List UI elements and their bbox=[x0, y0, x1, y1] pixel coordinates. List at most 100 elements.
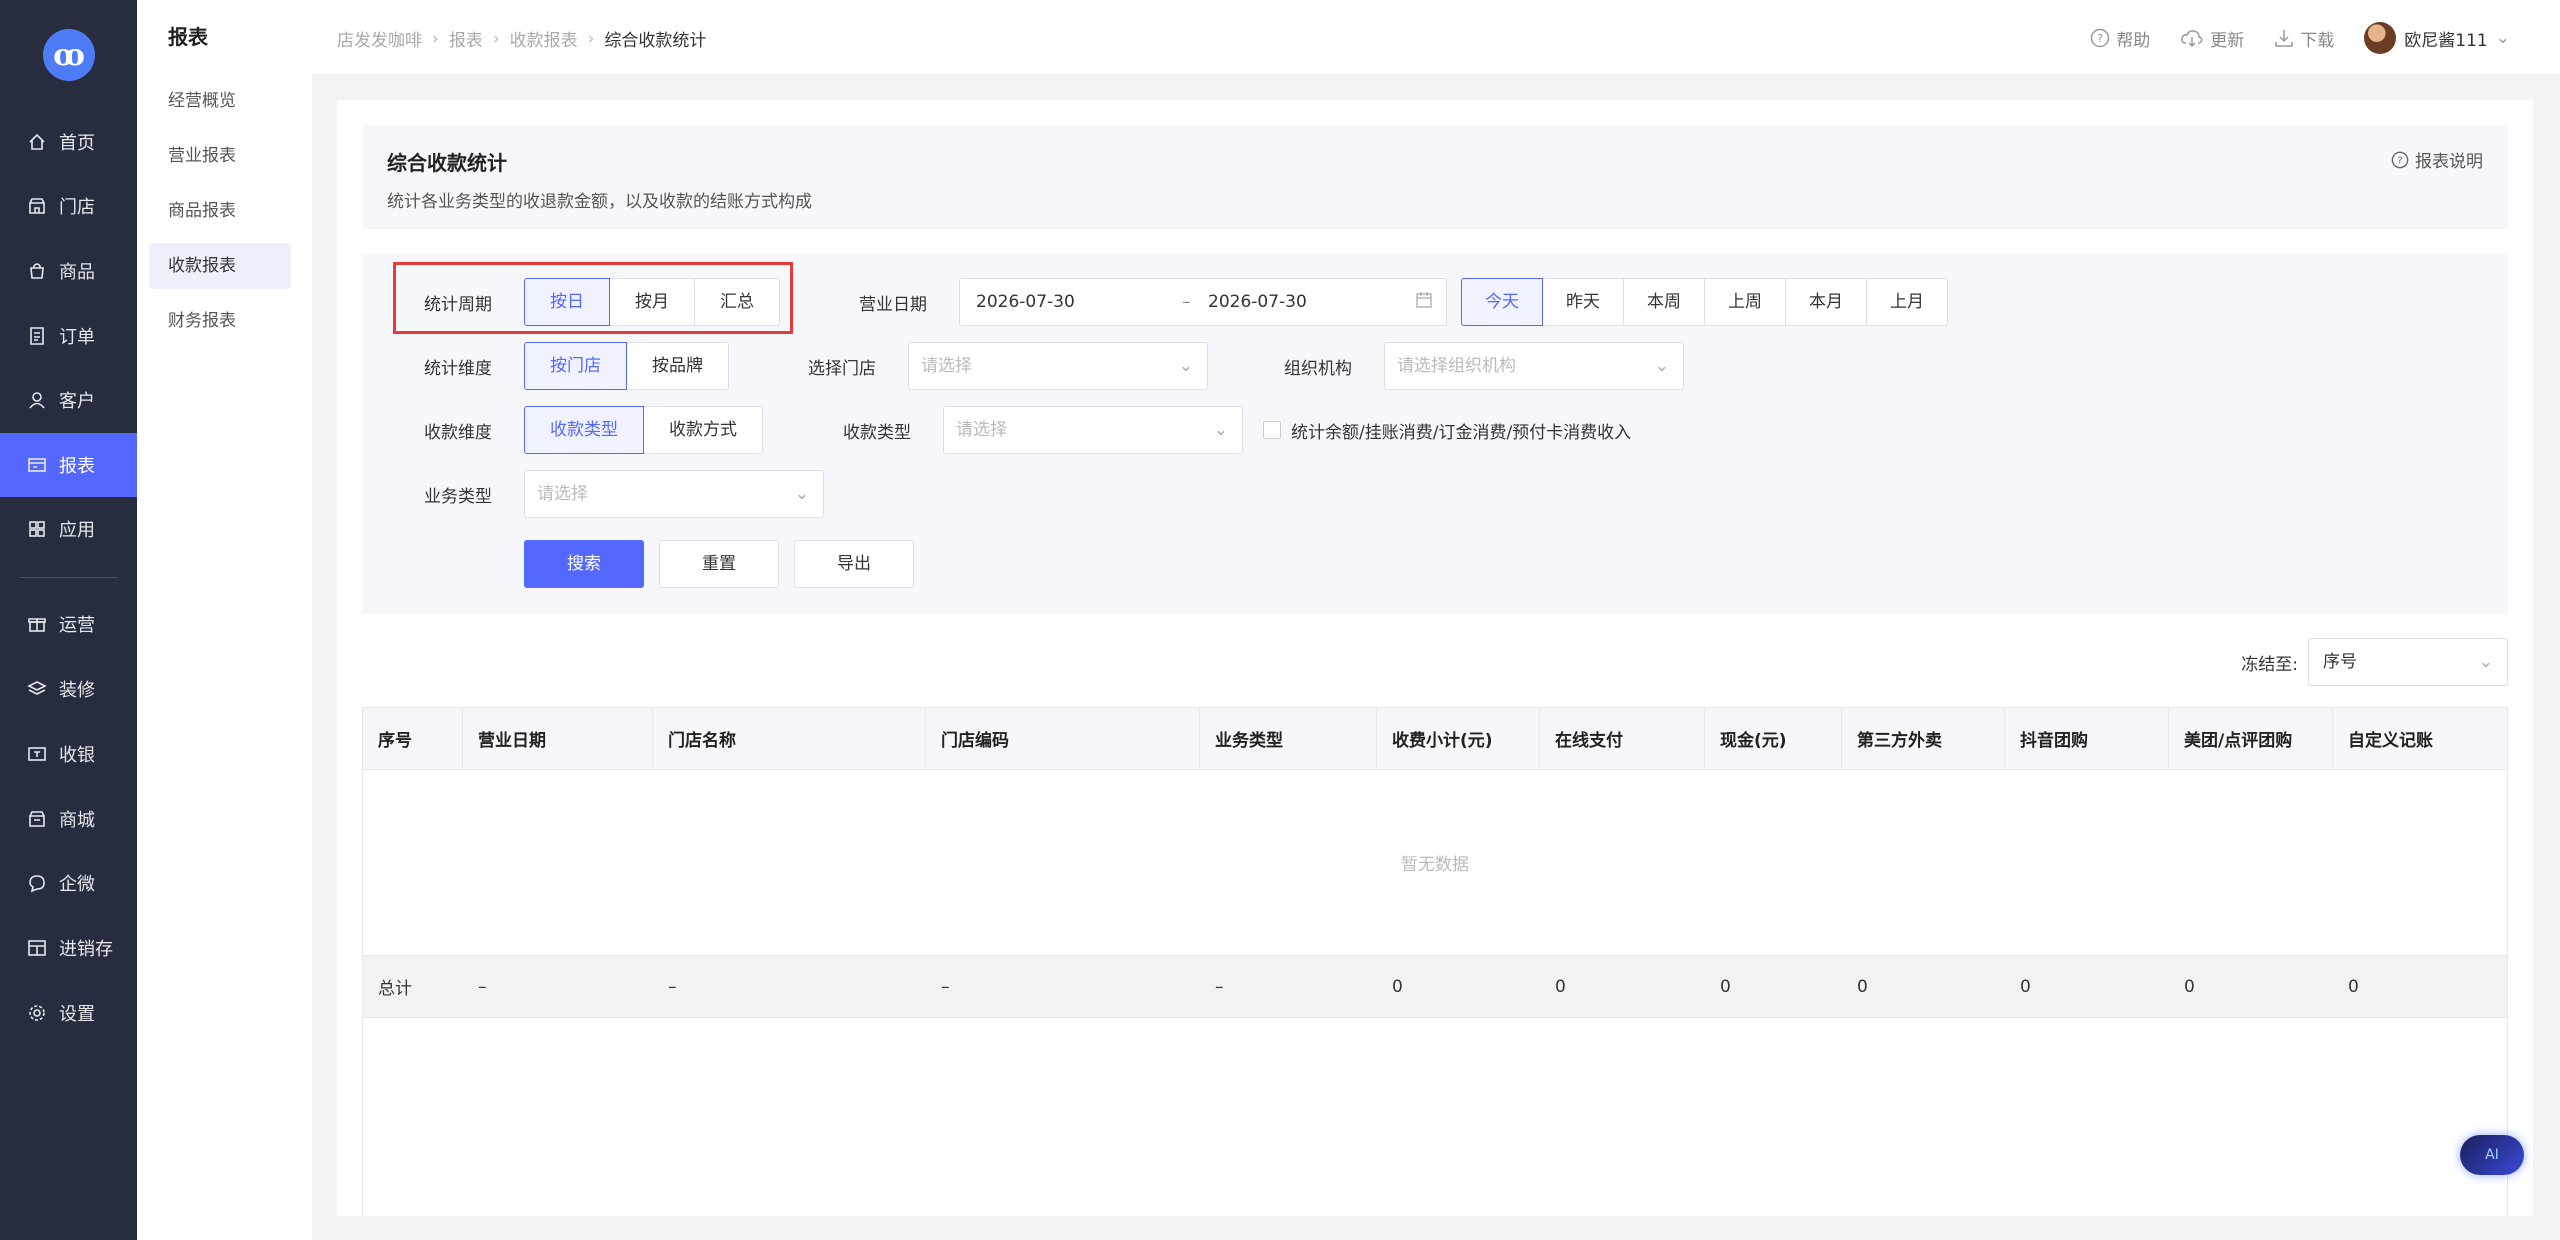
nav-item[interactable]: 应用 bbox=[0, 497, 137, 561]
pay-type-label: 收款类型 bbox=[843, 423, 911, 443]
filter-panel: 统计周期 按日 按月 汇总 营业日期 2026-07-30 – 2026-07-… bbox=[362, 254, 2508, 614]
submenu-item[interactable]: 营业报表 bbox=[149, 133, 291, 179]
chevron-down-icon: ⌄ bbox=[1178, 356, 1193, 376]
nav-item-label: 运营 bbox=[59, 615, 95, 636]
total-cell: 总计 bbox=[378, 979, 412, 999]
column-header: 收费小计(元) bbox=[1377, 708, 1540, 769]
pay-dim-option-type[interactable]: 收款类型 bbox=[524, 406, 644, 454]
income-checkbox-label[interactable]: 统计余额/挂账消费/订金消费/预付卡消费收入 bbox=[1291, 418, 1631, 443]
biz-date-label: 营业日期 bbox=[859, 295, 927, 315]
help-button[interactable]: ? 帮助 bbox=[2090, 26, 2150, 51]
nav-item[interactable]: 装修 bbox=[0, 657, 137, 721]
nav-item-label: 首页 bbox=[59, 133, 95, 154]
total-cell: 0 bbox=[1720, 976, 1731, 997]
pay-dim-label: 收款维度 bbox=[424, 423, 492, 443]
breadcrumb-item[interactable]: 报表 bbox=[449, 26, 483, 51]
report-help-link[interactable]: ? 报表说明 bbox=[2391, 147, 2483, 172]
dimension-segment: 按门店 按品牌 bbox=[524, 342, 729, 390]
quick-date-last-week[interactable]: 上周 bbox=[1704, 278, 1786, 326]
quick-date-yesterday[interactable]: 昨天 bbox=[1542, 278, 1624, 326]
column-header: 自定义记账 bbox=[2348, 731, 2433, 751]
nav-item[interactable]: 商品 bbox=[0, 239, 137, 303]
column-header: 现金(元) bbox=[1705, 708, 1842, 769]
quick-date-this-week[interactable]: 本周 bbox=[1623, 278, 1705, 326]
nav-item-label: 进销存 bbox=[59, 939, 113, 960]
quick-date-today[interactable]: 今天 bbox=[1461, 278, 1543, 326]
nav-divider bbox=[20, 577, 118, 578]
ai-assistant-button[interactable]: AI bbox=[2460, 1135, 2524, 1175]
nav-item-label: 装修 bbox=[59, 680, 95, 701]
update-button[interactable]: 更新 bbox=[2180, 26, 2244, 51]
layers-icon bbox=[27, 679, 47, 699]
help-label: 帮助 bbox=[2116, 30, 2151, 51]
nav-item[interactable]: 订单 bbox=[0, 304, 137, 368]
column-header: 序号 bbox=[363, 708, 463, 769]
dimension-option-store[interactable]: 按门店 bbox=[524, 342, 627, 390]
nav-item[interactable]: 进销存 bbox=[0, 916, 137, 980]
period-option-day[interactable]: 按日 bbox=[524, 278, 610, 326]
download-button[interactable]: 下载 bbox=[2274, 26, 2334, 51]
dimension-option-brand[interactable]: 按品牌 bbox=[626, 342, 729, 390]
reset-button[interactable]: 重置 bbox=[659, 540, 779, 588]
nav-item[interactable]: 收银 bbox=[0, 722, 137, 786]
search-button[interactable]: 搜索 bbox=[524, 540, 644, 588]
nav-item[interactable]: 运营 bbox=[0, 592, 137, 656]
cashier-icon bbox=[27, 744, 47, 764]
nav-item[interactable]: 首页 bbox=[0, 110, 137, 174]
export-button[interactable]: 导出 bbox=[794, 540, 914, 588]
quick-date-last-month[interactable]: 上月 bbox=[1866, 278, 1948, 326]
nav-item[interactable]: 客户 bbox=[0, 368, 137, 432]
dimension-label: 统计维度 bbox=[424, 359, 492, 379]
date-separator: – bbox=[1182, 292, 1191, 312]
report-icon bbox=[27, 455, 47, 475]
submenu-item[interactable]: 经营概览 bbox=[149, 78, 291, 124]
user-menu[interactable]: 欧尼酱111 ⌄ bbox=[2364, 22, 2510, 54]
column-header: 第三方外卖 bbox=[1842, 708, 2005, 769]
nav-item-label: 设置 bbox=[59, 1004, 95, 1025]
pay-dim-option-method[interactable]: 收款方式 bbox=[643, 406, 763, 454]
submenu-item[interactable]: 财务报表 bbox=[149, 298, 291, 344]
nav-item[interactable]: 企微 bbox=[0, 851, 137, 915]
nav-item[interactable]: 报表 bbox=[0, 433, 137, 497]
total-cell: 0 bbox=[1392, 976, 1403, 997]
date-end[interactable]: 2026-07-30 bbox=[1208, 279, 1307, 325]
date-range-picker[interactable]: 2026-07-30 – 2026-07-30 bbox=[959, 278, 1447, 326]
total-cell: 0 bbox=[2020, 976, 2031, 997]
total-cell: – bbox=[941, 976, 950, 997]
total-cell: – bbox=[478, 976, 487, 997]
nav-item[interactable]: 设置 bbox=[0, 981, 137, 1045]
mall-icon bbox=[27, 809, 47, 829]
breadcrumb-item[interactable]: 店发发咖啡 bbox=[337, 26, 422, 51]
app-logo[interactable]: ꝏ bbox=[43, 29, 95, 81]
pay-type-select[interactable]: 请选择 ⌄ bbox=[943, 406, 1243, 454]
quick-date-segment: 今天 昨天 本周 上周 本月 上月 bbox=[1461, 278, 1948, 326]
chat-icon bbox=[27, 873, 47, 893]
nav-item-label: 订单 bbox=[59, 327, 95, 348]
biz-type-select[interactable]: 请选择 ⌄ bbox=[524, 470, 824, 518]
user-name: 欧尼酱111 bbox=[2404, 30, 2488, 51]
main-nav: ꝏ 首页门店商品订单客户报表 应用运营装修收银 商城 企微进销存设置 bbox=[0, 0, 137, 1240]
store-select[interactable]: 请选择 ⌄ bbox=[908, 342, 1208, 390]
top-header: 店发发咖啡 › 报表 › 收款报表 › 综合收款统计 ? 帮助 更新 下载 欧尼… bbox=[312, 0, 2560, 74]
gear-icon bbox=[27, 1003, 47, 1023]
total-cell: 0 bbox=[1857, 976, 1868, 997]
freeze-select[interactable]: 序号 ⌄ bbox=[2308, 638, 2508, 686]
nav-item-label: 客户 bbox=[59, 391, 95, 412]
freeze-control: 冻结至: 序号 ⌄ bbox=[2241, 638, 2508, 686]
breadcrumb-item[interactable]: 收款报表 bbox=[510, 26, 578, 51]
org-select[interactable]: 请选择组织机构 ⌄ bbox=[1384, 342, 1684, 390]
nav-item[interactable]: 商城 bbox=[0, 787, 137, 851]
submenu-item[interactable]: 商品报表 bbox=[149, 188, 291, 234]
update-label: 更新 bbox=[2210, 30, 2245, 51]
nav-item-label: 商品 bbox=[59, 262, 95, 283]
store-icon bbox=[27, 196, 47, 216]
date-start[interactable]: 2026-07-30 bbox=[976, 279, 1075, 325]
income-checkbox[interactable] bbox=[1263, 421, 1281, 439]
store-label: 选择门店 bbox=[808, 359, 876, 379]
nav-item[interactable]: 门店 bbox=[0, 174, 137, 238]
quick-date-this-month[interactable]: 本月 bbox=[1785, 278, 1867, 326]
breadcrumb: 店发发咖啡 › 报表 › 收款报表 › 综合收款统计 bbox=[337, 26, 706, 52]
submenu-item[interactable]: 收款报表 bbox=[149, 243, 291, 289]
empty-state: 暂无数据 bbox=[363, 770, 2507, 956]
store-placeholder: 请选择 bbox=[921, 356, 972, 376]
